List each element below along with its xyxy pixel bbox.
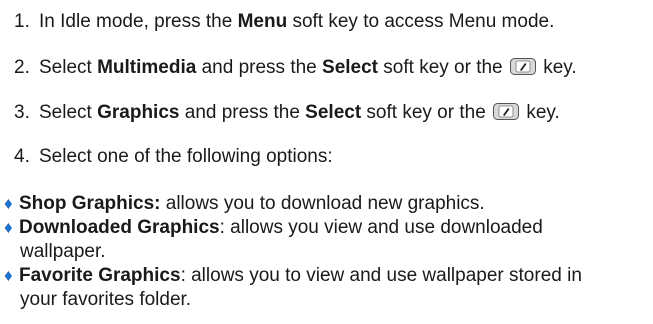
step-2: 2. Select Multimedia and press the Select…: [14, 56, 577, 80]
ok-key-icon: [493, 103, 520, 120]
option-description: : allows you to view and use wallpaper s…: [180, 265, 582, 286]
step-text: Select: [39, 57, 98, 78]
step-number: 2.: [14, 57, 30, 78]
step-text: Select: [39, 102, 98, 123]
select-key-label: Select: [305, 102, 362, 123]
step-text: and press the: [179, 102, 306, 123]
ok-key-icon: [509, 58, 536, 75]
step-number: 3.: [14, 102, 30, 123]
option-downloaded-graphics: ♦ Downloaded Graphics: allows you view an…: [4, 216, 649, 240]
step-3: 3. Select Graphics and press the Select s…: [14, 101, 560, 125]
step-text: and press the: [196, 57, 323, 78]
option-label: Downloaded Graphics: [19, 217, 220, 238]
option-label: Favorite Graphics: [19, 265, 181, 286]
diamond-bullet-icon: ♦: [4, 194, 13, 213]
step-number: 1.: [14, 11, 30, 32]
step-text: soft key or the: [378, 57, 508, 78]
multimedia-label: Multimedia: [97, 57, 197, 78]
step-1: 1. In Idle mode, press the Menu soft key …: [14, 10, 554, 34]
step-text: In Idle mode, press the: [39, 11, 238, 32]
diamond-bullet-icon: ♦: [4, 266, 13, 285]
option-label: Shop Graphics:: [19, 193, 161, 214]
step-4: 4. Select one of the following options:: [14, 145, 333, 169]
options-list: ♦ Shop Graphics: allows you to download n…: [4, 192, 649, 312]
step-text: key.: [537, 57, 577, 78]
graphics-label: Graphics: [97, 102, 180, 123]
diamond-bullet-icon: ♦: [4, 218, 13, 237]
option-description-continued: your favorites folder.: [20, 289, 192, 310]
option-description: : allows you view and use downloaded: [219, 217, 543, 238]
option-shop-graphics: ♦ Shop Graphics: allows you to download n…: [4, 192, 649, 216]
step-text: Select one of the following options:: [39, 146, 333, 167]
select-key-label: Select: [322, 57, 379, 78]
option-description-continued: wallpaper.: [20, 241, 106, 262]
step-number: 4.: [14, 146, 30, 167]
step-text: key.: [521, 102, 560, 123]
menu-key-label: Menu: [237, 11, 288, 32]
option-favorite-graphics: ♦ Favorite Graphics: allows you to view a…: [4, 264, 649, 288]
step-text: soft key to access Menu mode.: [287, 11, 555, 32]
option-description: allows you to download new graphics.: [160, 193, 485, 214]
step-text: soft key or the: [361, 102, 492, 123]
